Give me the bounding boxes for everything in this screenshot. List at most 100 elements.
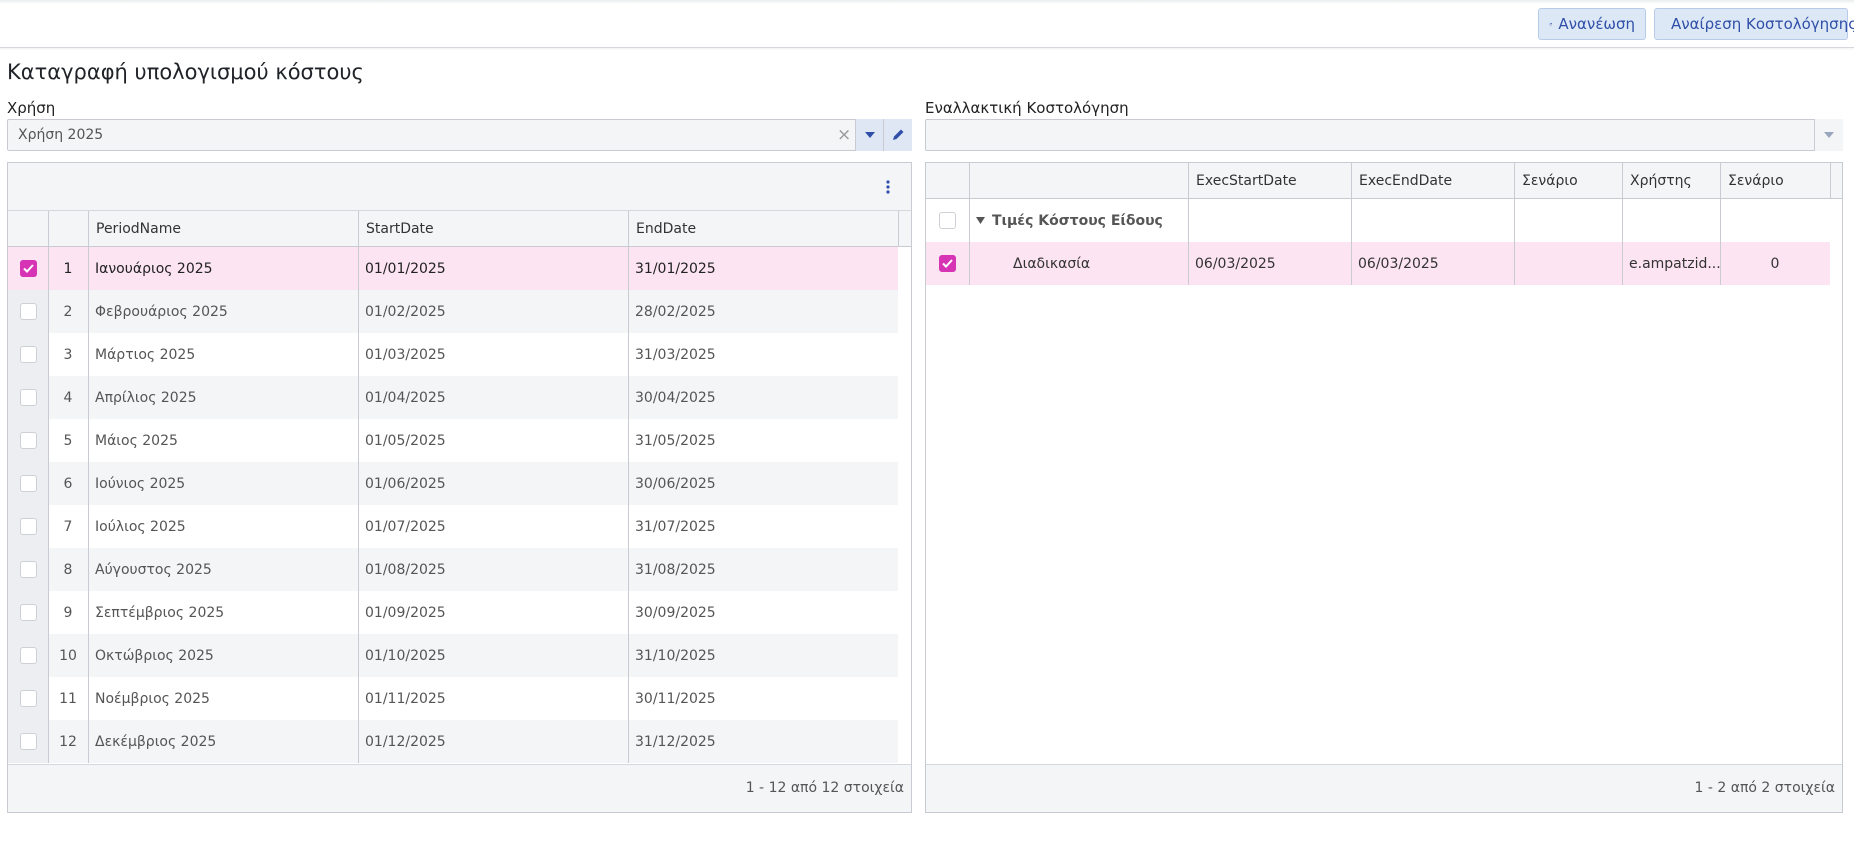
row-select-cell[interactable] — [8, 419, 48, 462]
start-date-cell: 01/07/2025 — [365, 518, 446, 535]
row-number: 10 — [59, 647, 77, 664]
periods-grid: PeriodName StartDate EndDate 1 Ιανουάριος… — [7, 162, 912, 813]
fiscal-year-dropdown-button[interactable] — [855, 119, 884, 151]
header-exec-end-date[interactable]: ExecEndDate — [1351, 163, 1514, 199]
end-date-cell: 30/06/2025 — [635, 475, 716, 492]
table-row[interactable]: 6 Ιούνιος 2025 01/06/2025 30/06/2025 — [8, 462, 898, 505]
table-row[interactable]: Διαδικασία 06/03/2025 06/03/2025 e.ampatzid… — [926, 242, 1830, 285]
table-row[interactable]: 5 Μάιος 2025 01/05/2025 31/05/2025 — [8, 419, 898, 462]
end-date-cell: 30/11/2025 — [635, 690, 716, 707]
row-checkbox[interactable] — [19, 346, 37, 363]
edit-pencil-icon — [893, 129, 904, 140]
row-select-cell[interactable] — [8, 333, 48, 376]
row-checkbox[interactable] — [19, 432, 37, 449]
header-scenario-2[interactable]: Σενάριο — [1720, 163, 1830, 199]
periods-grid-toolbar — [8, 163, 911, 211]
fiscal-year-label: Χρήση — [7, 99, 56, 117]
fiscal-year-edit-button[interactable] — [883, 119, 912, 151]
table-row[interactable]: 9 Σεπτέμβριος 2025 01/09/2025 30/09/2025 — [8, 591, 898, 634]
col-divider — [1622, 199, 1623, 285]
table-row[interactable]: 12 Δεκέμβριος 2025 01/12/2025 31/12/2025 — [8, 720, 898, 763]
scenario-2-cell: 0 — [1770, 255, 1780, 272]
refresh-icon — [1549, 22, 1552, 26]
header-exec-start-date[interactable]: ExecStartDate — [1188, 163, 1351, 199]
row-select-cell[interactable] — [926, 242, 969, 285]
fiscal-year-combo[interactable]: Χρήση 2025 × — [7, 119, 912, 151]
process-name-cell: Διαδικασία — [1013, 255, 1091, 272]
header-start-date[interactable]: StartDate — [358, 211, 628, 247]
table-row[interactable]: 10 Οκτώβριος 2025 01/10/2025 31/10/2025 — [8, 634, 898, 677]
row-select-cell[interactable] — [8, 677, 48, 720]
group-row[interactable]: Τιμές Κόστους Είδους — [926, 199, 1830, 242]
row-checkbox[interactable] — [939, 255, 956, 272]
costing-grid: ExecStartDate ExecEndDate Σενάριο Χρήστη… — [925, 162, 1843, 813]
alt-costing-combo[interactable] — [925, 119, 1843, 151]
table-row[interactable]: 11 Νοέμβριος 2025 01/11/2025 30/11/2025 — [8, 677, 898, 720]
period-name-cell: Φεβρουάριος 2025 — [95, 303, 228, 320]
header-scenario[interactable]: Σενάριο — [1514, 163, 1622, 199]
group-checkbox[interactable] — [939, 212, 956, 229]
row-select-cell[interactable] — [8, 720, 48, 763]
user-cell: e.ampatzid... — [1629, 255, 1720, 272]
table-row[interactable]: 3 Μάρτιος 2025 01/03/2025 31/03/2025 — [8, 333, 898, 376]
page-title: Καταγραφή υπολογισμού κόστους — [7, 60, 364, 84]
more-vertical-icon[interactable] — [886, 180, 890, 194]
row-select-cell[interactable] — [8, 591, 48, 634]
col-divider — [1351, 199, 1352, 285]
header-end-date[interactable]: EndDate — [628, 211, 898, 247]
expand-triangle-icon[interactable] — [976, 217, 985, 224]
row-checkbox[interactable] — [19, 260, 37, 277]
row-select-cell[interactable] — [8, 290, 48, 333]
row-checkbox[interactable] — [19, 733, 37, 750]
dropdown-arrow-icon — [1824, 132, 1834, 138]
header-group-column — [969, 163, 1188, 199]
row-checkbox[interactable] — [19, 518, 37, 535]
period-name-cell: Αύγουστος 2025 — [95, 561, 212, 578]
row-select-cell[interactable] — [8, 505, 48, 548]
group-select-cell[interactable] — [926, 199, 969, 242]
check-icon — [22, 264, 34, 273]
table-row[interactable]: 7 Ιούλιος 2025 01/07/2025 31/07/2025 — [8, 505, 898, 548]
row-select-cell[interactable] — [8, 376, 48, 419]
row-select-cell[interactable] — [8, 462, 48, 505]
table-row[interactable]: 8 Αύγουστος 2025 01/08/2025 31/08/2025 — [8, 548, 898, 591]
row-select-cell[interactable] — [8, 548, 48, 591]
clear-icon[interactable]: × — [837, 125, 851, 145]
period-name-cell: Σεπτέμβριος 2025 — [95, 604, 225, 621]
row-number: 8 — [63, 561, 73, 578]
end-date-cell: 30/04/2025 — [635, 389, 716, 406]
start-date-cell: 01/02/2025 — [365, 303, 446, 320]
row-checkbox[interactable] — [19, 604, 37, 621]
table-row[interactable]: 2 Φεβρουάριος 2025 01/02/2025 28/02/2025 — [8, 290, 898, 333]
row-checkbox[interactable] — [19, 389, 37, 406]
exec-end-cell: 06/03/2025 — [1358, 255, 1439, 272]
row-checkbox[interactable] — [19, 647, 37, 664]
group-label: Τιμές Κόστους Είδους — [992, 212, 1163, 229]
remove-costing-button[interactable]: Αναίρεση Κοστολόγησης — [1654, 8, 1854, 40]
row-number: 2 — [63, 303, 73, 320]
row-select-cell[interactable] — [8, 634, 48, 677]
end-date-cell: 28/02/2025 — [635, 303, 716, 320]
table-row[interactable]: 4 Απρίλιος 2025 01/04/2025 30/04/2025 — [8, 376, 898, 419]
alt-costing-dropdown-button[interactable] — [1814, 119, 1843, 151]
start-date-cell: 01/05/2025 — [365, 432, 446, 449]
period-name-cell: Μάρτιος 2025 — [95, 346, 196, 363]
col-divider — [969, 199, 970, 285]
row-checkbox[interactable] — [19, 475, 37, 492]
row-checkbox[interactable] — [19, 303, 37, 320]
costing-grid-header: ExecStartDate ExecEndDate Σενάριο Χρήστη… — [926, 163, 1842, 199]
group-label-cell[interactable]: Τιμές Κόστους Είδους — [969, 199, 1188, 242]
col-divider — [628, 247, 629, 763]
row-checkbox[interactable] — [19, 561, 37, 578]
header-user[interactable]: Χρήστης — [1622, 163, 1720, 199]
col-divider — [1514, 199, 1515, 285]
end-date-cell: 31/12/2025 — [635, 733, 716, 750]
header-period-name[interactable]: PeriodName — [88, 211, 358, 247]
row-number: 6 — [63, 475, 73, 492]
refresh-button[interactable]: Ανανέωση — [1538, 8, 1646, 40]
table-row[interactable]: 1 Ιανουάριος 2025 01/01/2025 31/01/2025 — [8, 247, 898, 290]
top-toolbar: Ανανέωση Αναίρεση Κοστολόγησης — [0, 0, 1854, 48]
row-select-cell[interactable] — [8, 247, 48, 290]
row-checkbox[interactable] — [19, 690, 37, 707]
period-name-cell: Ιανουάριος 2025 — [95, 260, 213, 277]
